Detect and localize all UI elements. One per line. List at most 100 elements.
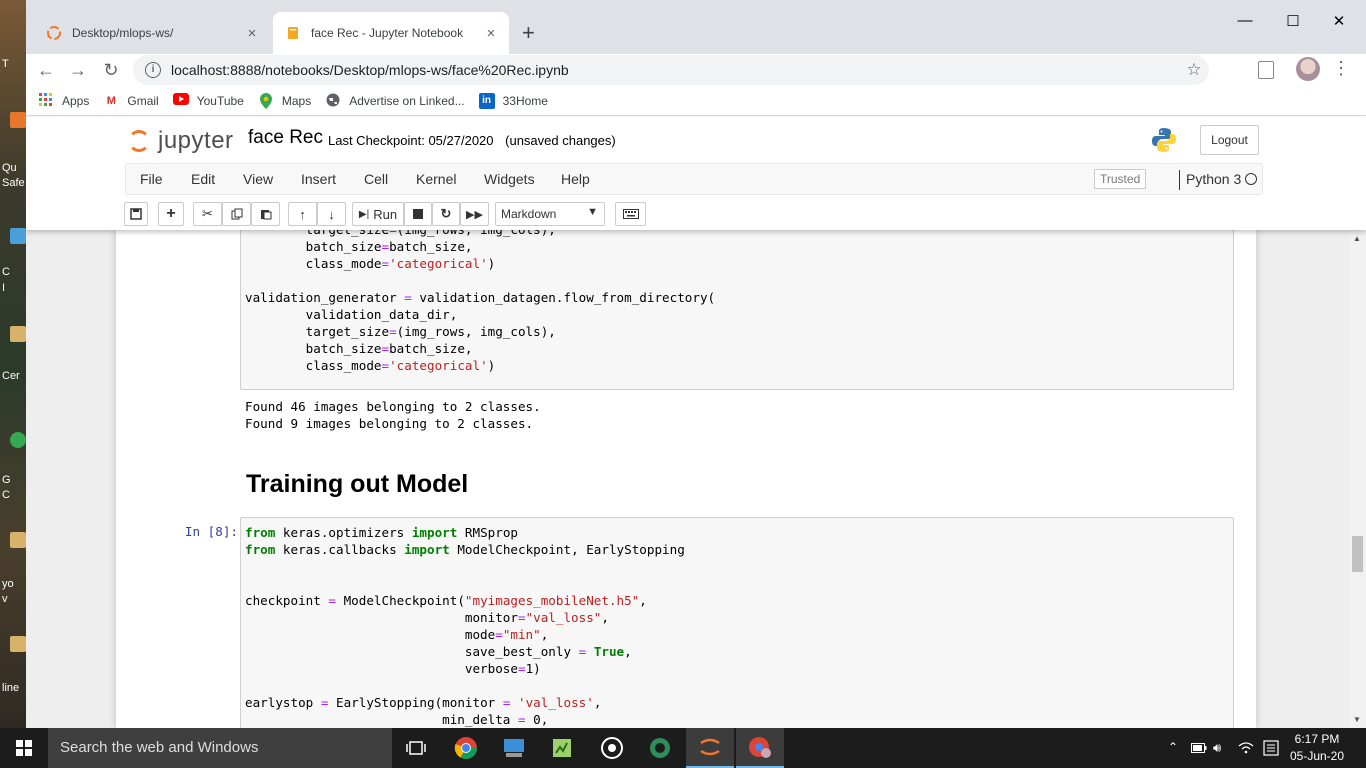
cut-button[interactable]: ✂ xyxy=(193,202,222,226)
notepad-taskbar-button[interactable] xyxy=(538,728,586,768)
copy-icon xyxy=(231,208,242,220)
restart-button[interactable]: ↻ xyxy=(432,202,460,226)
interrupt-button[interactable] xyxy=(404,202,432,226)
forward-icon[interactable]: → xyxy=(66,58,90,82)
profile-avatar[interactable] xyxy=(1296,57,1320,81)
move-down-button[interactable]: ↓ xyxy=(317,202,346,226)
start-button[interactable] xyxy=(0,728,48,768)
scissors-icon: ✂ xyxy=(202,206,213,221)
task-view-button[interactable] xyxy=(392,728,440,768)
linkedin-icon: in xyxy=(478,92,495,109)
tray-chevron-up-icon[interactable]: ⌃ xyxy=(1168,740,1178,754)
address-bar[interactable]: i localhost:8888/notebooks/Desktop/mlops… xyxy=(133,55,1209,85)
scroll-up-icon[interactable]: ▲ xyxy=(1353,234,1361,243)
desktop-icon-label: yo xyxy=(2,578,14,590)
restart-run-all-button[interactable]: ▶▶ xyxy=(460,202,489,226)
menu-cell[interactable]: Cell xyxy=(364,171,388,187)
kernel-name[interactable]: Python 3 xyxy=(1186,171,1241,187)
menu-file[interactable]: File xyxy=(140,171,163,187)
tab-close-icon[interactable]: × xyxy=(481,25,501,42)
checkpoint-label: Last Checkpoint: 05/27/2020 xyxy=(328,133,494,148)
save-button[interactable] xyxy=(124,202,148,226)
paste-button[interactable] xyxy=(251,202,280,226)
menu-insert[interactable]: Insert xyxy=(301,171,336,187)
site-info-icon[interactable]: i xyxy=(145,62,161,78)
desktop-shortcut-icon[interactable] xyxy=(10,228,26,244)
run-button[interactable]: ▶| Run xyxy=(352,202,404,226)
trusted-badge[interactable]: Trusted xyxy=(1094,169,1147,189)
close-window-button[interactable]: ✕ xyxy=(1316,12,1362,30)
jupyter-logo[interactable]: jupyter xyxy=(128,127,234,155)
notifications-icon[interactable] xyxy=(1263,740,1279,756)
bookmark-star-icon[interactable]: ☆ xyxy=(1179,60,1209,80)
save-icon xyxy=(130,208,142,220)
tab-face-rec[interactable]: face Rec - Jupyter Notebook × xyxy=(273,12,509,54)
cell-output: Found 46 images belonging to 2 classes. F… xyxy=(245,398,541,432)
code-cell-input[interactable]: target_size=(img_rows, img_cols), batch_… xyxy=(240,230,1234,390)
desktop-background: T Qu Safe C I Cer G C yo v line xyxy=(0,0,26,728)
new-tab-button[interactable]: + xyxy=(522,22,535,44)
desktop-shortcut-icon[interactable] xyxy=(10,326,26,342)
desktop-icon-label: line xyxy=(2,682,20,694)
wifi-icon[interactable] xyxy=(1238,740,1254,756)
scroll-down-icon[interactable]: ▼ xyxy=(1353,715,1361,724)
tab-close-icon[interactable]: × xyxy=(242,25,262,42)
extension-icon[interactable] xyxy=(1258,61,1274,79)
battery-icon[interactable] xyxy=(1191,743,1207,753)
bookmark-33home[interactable]: in 33Home xyxy=(478,92,548,109)
menu-view[interactable]: View xyxy=(243,171,273,187)
page-scrollbar[interactable]: ▲ ▼ xyxy=(1349,230,1366,728)
vscode-taskbar-button[interactable] xyxy=(490,728,538,768)
desktop-shortcut-icon[interactable] xyxy=(10,112,26,128)
menu-edit[interactable]: Edit xyxy=(191,171,215,187)
arrow-up-icon: ↑ xyxy=(299,206,306,222)
url-text[interactable]: localhost:8888/notebooks/Desktop/mlops-w… xyxy=(171,62,1179,78)
bookmark-youtube[interactable]: YouTube xyxy=(172,92,244,109)
reload-icon[interactable]: ↻ xyxy=(99,58,123,82)
monitor-app-icon xyxy=(504,739,524,757)
maximize-button[interactable]: ☐ xyxy=(1270,12,1316,30)
command-palette-button[interactable] xyxy=(615,202,646,226)
bookmark-gmail[interactable]: M Gmail xyxy=(103,93,159,109)
scroll-thumb[interactable] xyxy=(1352,536,1363,572)
copy-button[interactable] xyxy=(222,202,251,226)
move-up-button[interactable]: ↑ xyxy=(288,202,317,226)
minimize-button[interactable]: — xyxy=(1222,12,1268,29)
code-cell-input[interactable]: from keras.optimizers import RMSprop fro… xyxy=(240,517,1234,728)
obs-taskbar-button[interactable] xyxy=(588,728,636,768)
chrome-profile-taskbar-button[interactable] xyxy=(736,728,784,768)
run-label: Run xyxy=(373,206,398,222)
back-icon[interactable]: ← xyxy=(34,58,58,82)
bookmark-maps[interactable]: Maps xyxy=(258,92,311,109)
desktop-shortcut-icon[interactable] xyxy=(10,636,26,652)
insert-cell-button[interactable]: + xyxy=(158,202,184,226)
globe-icon xyxy=(325,93,341,109)
more-menu-icon[interactable]: ⋮ xyxy=(1332,58,1350,79)
bookmark-label: Apps xyxy=(62,93,90,108)
desktop-shortcut-icon[interactable] xyxy=(10,432,26,448)
gmail-icon: M xyxy=(106,94,116,107)
bookmark-apps[interactable]: Apps xyxy=(38,92,90,109)
anaconda-taskbar-button[interactable] xyxy=(636,728,684,768)
youtube-icon xyxy=(172,92,189,109)
desktop-shortcut-icon[interactable] xyxy=(10,532,26,548)
plus-icon: + xyxy=(166,205,176,222)
python-logo-icon xyxy=(1152,128,1176,152)
cell-type-select[interactable]: Markdown ▼ xyxy=(495,202,605,226)
jupyter-taskbar-button[interactable] xyxy=(686,728,734,768)
bookmark-linkedin-ad[interactable]: Advertise on Linked... xyxy=(325,93,465,109)
logout-button[interactable]: Logout xyxy=(1200,125,1259,155)
notebook-name[interactable]: face Rec xyxy=(248,127,323,149)
chrome-taskbar-button[interactable] xyxy=(442,728,490,768)
menu-widgets[interactable]: Widgets xyxy=(484,171,535,187)
notebook-area: target_size=(img_rows, img_cols), batch_… xyxy=(26,230,1366,728)
menu-help[interactable]: Help xyxy=(561,171,590,187)
tab-desktop[interactable]: Desktop/mlops-ws/ × xyxy=(34,12,270,54)
menu-kernel[interactable]: Kernel xyxy=(416,171,456,187)
taskbar-clock[interactable]: 6:17 PM 05-Jun-20 xyxy=(1286,731,1348,765)
desktop-icon-label: Qu xyxy=(2,162,17,174)
taskbar-search[interactable]: Search the web and Windows xyxy=(48,728,392,768)
volume-icon[interactable]: 🔊︎ xyxy=(1213,740,1221,756)
jupyter-taskbar-icon xyxy=(700,738,720,756)
kernel-divider xyxy=(1179,170,1180,190)
